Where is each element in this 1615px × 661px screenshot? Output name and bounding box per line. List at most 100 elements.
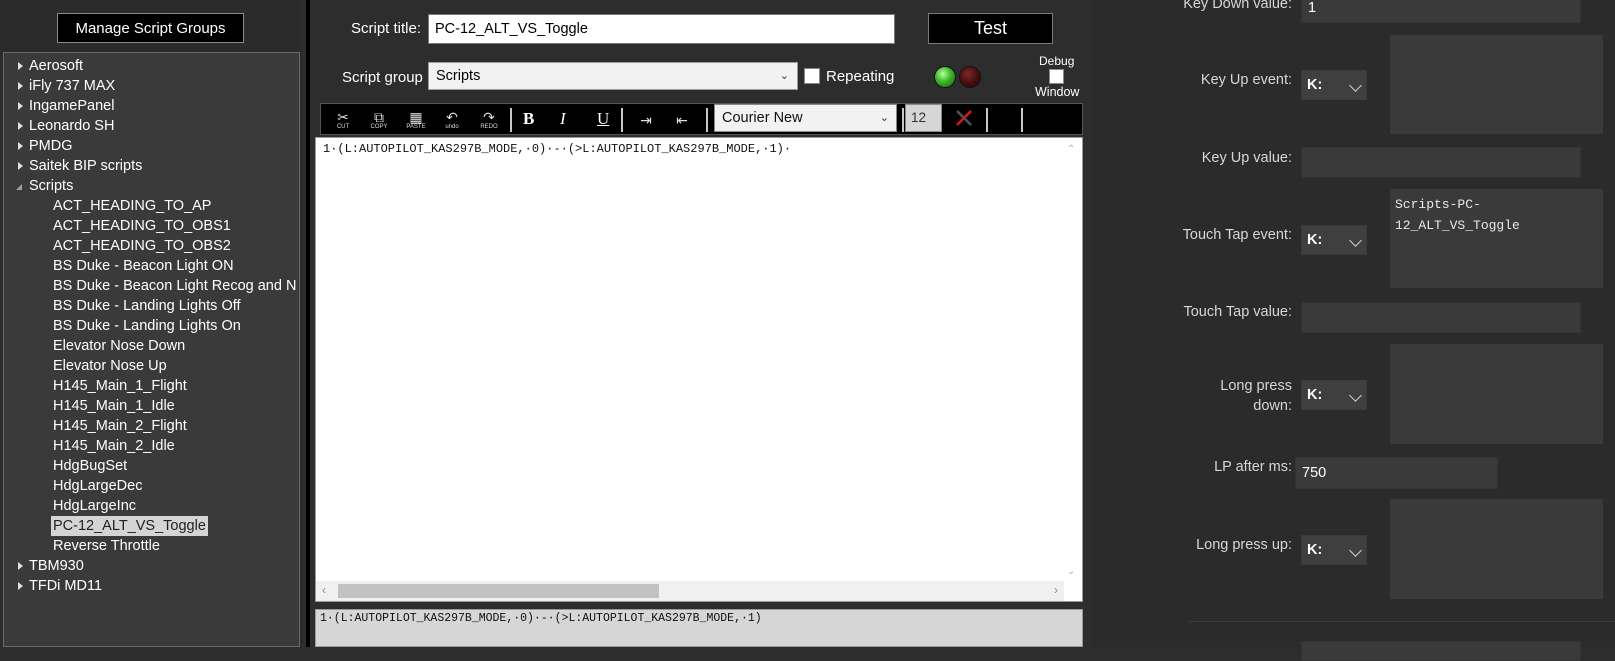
manage-script-groups-button[interactable]: Manage Script Groups: [57, 13, 244, 43]
tree-script-item[interactable]: H145_Main_2_Idle: [4, 436, 299, 456]
tree-group[interactable]: Aerosoft: [4, 56, 299, 76]
clear-format-button[interactable]: [951, 105, 977, 131]
tree-group[interactable]: Scripts: [4, 176, 299, 196]
collapsed-arrow-icon[interactable]: [18, 122, 23, 130]
key-down-value-field[interactable]: 1: [1301, 0, 1581, 23]
tree-group[interactable]: iFly 737 MAX: [4, 76, 299, 96]
long-press-down-script-area[interactable]: [1390, 344, 1603, 444]
key-up-script-area[interactable]: [1390, 35, 1603, 134]
chevron-down-icon: ⌄: [879, 112, 889, 124]
copy-button[interactable]: ⧉ COPY: [365, 107, 393, 133]
next-field[interactable]: [1301, 641, 1581, 661]
horizontal-scrollbar[interactable]: ‹ ›: [316, 581, 1064, 601]
key-up-event-dropdown[interactable]: K:: [1301, 70, 1367, 100]
tree-script-item[interactable]: BS Duke - Landing Lights Off: [4, 296, 299, 316]
collapsed-arrow-icon[interactable]: [18, 82, 23, 90]
font-family-select[interactable]: Courier New ⌄: [714, 104, 897, 132]
collapsed-arrow-icon[interactable]: [18, 162, 23, 170]
touch-tap-event-dropdown[interactable]: K:: [1301, 225, 1367, 255]
long-press-up-dropdown[interactable]: K:: [1301, 535, 1367, 565]
debug-window-checkbox[interactable]: [1049, 69, 1064, 84]
test-button[interactable]: Test: [928, 13, 1053, 44]
tree-script-item[interactable]: BS Duke - Beacon Light Recog and N: [4, 276, 299, 296]
script-preview-text: 1·(L:AUTOPILOT_KAS297B_MODE,·0)·-·(>L:AU…: [320, 612, 762, 625]
tree-item-label: Scripts: [29, 178, 74, 194]
copy-icon: ⧉: [374, 108, 384, 125]
tree-group[interactable]: Saitek BIP scripts: [4, 156, 299, 176]
collapsed-arrow-icon[interactable]: [18, 62, 23, 70]
collapsed-arrow-icon[interactable]: [18, 142, 23, 150]
chevron-down-icon[interactable]: ⌄: [1067, 566, 1075, 577]
key-up-value-field[interactable]: [1301, 147, 1581, 178]
clear-format-icon: [955, 109, 973, 127]
tree-script-item[interactable]: Elevator Nose Down: [4, 336, 299, 356]
bold-button[interactable]: B: [523, 109, 534, 129]
tree-script-item[interactable]: Reverse Throttle: [4, 536, 299, 556]
chevron-down-icon: [1349, 544, 1362, 557]
chevron-up-icon[interactable]: ⌃: [1067, 144, 1075, 155]
collapsed-arrow-icon[interactable]: [18, 582, 23, 590]
expanded-arrow-icon[interactable]: [16, 184, 22, 190]
lp-after-ms-label: LP after ms:: [1214, 459, 1292, 475]
tree-script-item[interactable]: ACT_HEADING_TO_AP: [4, 196, 299, 216]
tree-script-item[interactable]: BS Duke - Beacon Light ON: [4, 256, 299, 276]
tree-item-label: ACT_HEADING_TO_OBS2: [53, 238, 231, 254]
cut-button[interactable]: ✂ CUT: [329, 107, 357, 133]
script-code[interactable]: 1·(L:AUTOPILOT_KAS297B_MODE,·0)·-·(>L:AU…: [323, 142, 791, 156]
chevron-left-icon[interactable]: ‹: [322, 583, 326, 597]
chevron-down-icon: [1349, 389, 1362, 402]
script-tree[interactable]: Aerosoft iFly 737 MAX IngamePanel Leonardo …: [3, 52, 300, 647]
vertical-scrollbar[interactable]: ⌃ ⌄: [1062, 138, 1082, 583]
touch-tap-value-field[interactable]: [1301, 302, 1581, 333]
indent-increase-button[interactable]: ⇥: [632, 107, 660, 133]
tree-group[interactable]: IngamePanel: [4, 96, 299, 116]
key-up-value-label: Key Up value:: [1201, 150, 1292, 166]
tree-script-item[interactable]: H145_Main_2_Flight: [4, 416, 299, 436]
script-editor[interactable]: 1·(L:AUTOPILOT_KAS297B_MODE,·0)·-·(>L:AU…: [315, 137, 1083, 602]
tree-item-label: HdgLargeInc: [53, 498, 137, 514]
italic-button[interactable]: I: [560, 109, 566, 129]
repeating-checkbox[interactable]: [804, 68, 820, 84]
lp-after-ms-field[interactable]: 750: [1295, 457, 1498, 489]
tree-script-item[interactable]: HdgLargeDec: [4, 476, 299, 496]
tree-script-item[interactable]: BS Duke - Landing Lights On: [4, 316, 299, 336]
paste-button[interactable]: ▦ PASTE: [402, 107, 430, 133]
tree-item-label: H145_Main_2_Flight: [53, 418, 187, 434]
divider: [1189, 621, 1615, 622]
underline-button[interactable]: U: [597, 109, 609, 129]
script-preview: 1·(L:AUTOPILOT_KAS297B_MODE,·0)·-·(>L:AU…: [315, 609, 1083, 647]
long-press-down-dropdown[interactable]: K:: [1301, 380, 1367, 410]
collapsed-arrow-icon[interactable]: [18, 102, 23, 110]
tree-script-item[interactable]: ACT_HEADING_TO_OBS1: [4, 216, 299, 236]
indent-decrease-button[interactable]: ⇤: [668, 107, 696, 133]
script-group-select[interactable]: Scripts ⌄: [428, 62, 798, 90]
panel-splitter[interactable]: [306, 0, 310, 647]
tree-script-item[interactable]: ACT_HEADING_TO_OBS2: [4, 236, 299, 256]
scrollbar-thumb[interactable]: [338, 584, 659, 598]
touch-tap-script-area[interactable]: Scripts-PC- 12_ALT_VS_Toggle: [1390, 189, 1603, 288]
tree-group[interactable]: Leonardo SH: [4, 116, 299, 136]
tree-item-label: Saitek BIP scripts: [29, 158, 143, 174]
debug-label: Debug: [1039, 54, 1075, 68]
font-size-input[interactable]: 12: [905, 104, 942, 132]
collapsed-arrow-icon[interactable]: [18, 562, 23, 570]
tree-script-item[interactable]: Elevator Nose Up: [4, 356, 299, 376]
long-press-up-script-area[interactable]: [1390, 499, 1603, 599]
tree-script-item[interactable]: H145_Main_1_Flight: [4, 376, 299, 396]
tree-script-item[interactable]: H145_Main_1_Idle: [4, 396, 299, 416]
tree-item-label: ACT_HEADING_TO_OBS1: [53, 218, 231, 234]
undo-button[interactable]: ↶ undo: [438, 107, 466, 133]
tree-item-label: Leonardo SH: [29, 118, 115, 134]
key-up-event-label: Key Up event:: [1200, 72, 1292, 88]
tree-script-item[interactable]: HdgLargeInc: [4, 496, 299, 516]
tree-group[interactable]: TBM930: [4, 556, 299, 576]
tree-script-item[interactable]: HdgBugSet: [4, 456, 299, 476]
redo-button[interactable]: ↷ REDO: [475, 107, 503, 133]
chevron-down-icon: ⌄: [779, 70, 789, 82]
tree-group[interactable]: PMDG: [4, 136, 299, 156]
chevron-right-icon[interactable]: ›: [1054, 583, 1058, 597]
script-title-input[interactable]: PC-12_ALT_VS_Toggle: [428, 14, 895, 44]
script-title-label: Script title:: [351, 20, 422, 37]
tree-group[interactable]: TFDi MD11: [4, 576, 299, 596]
tree-script-item[interactable]: PC-12_ALT_VS_Toggle: [4, 516, 299, 536]
